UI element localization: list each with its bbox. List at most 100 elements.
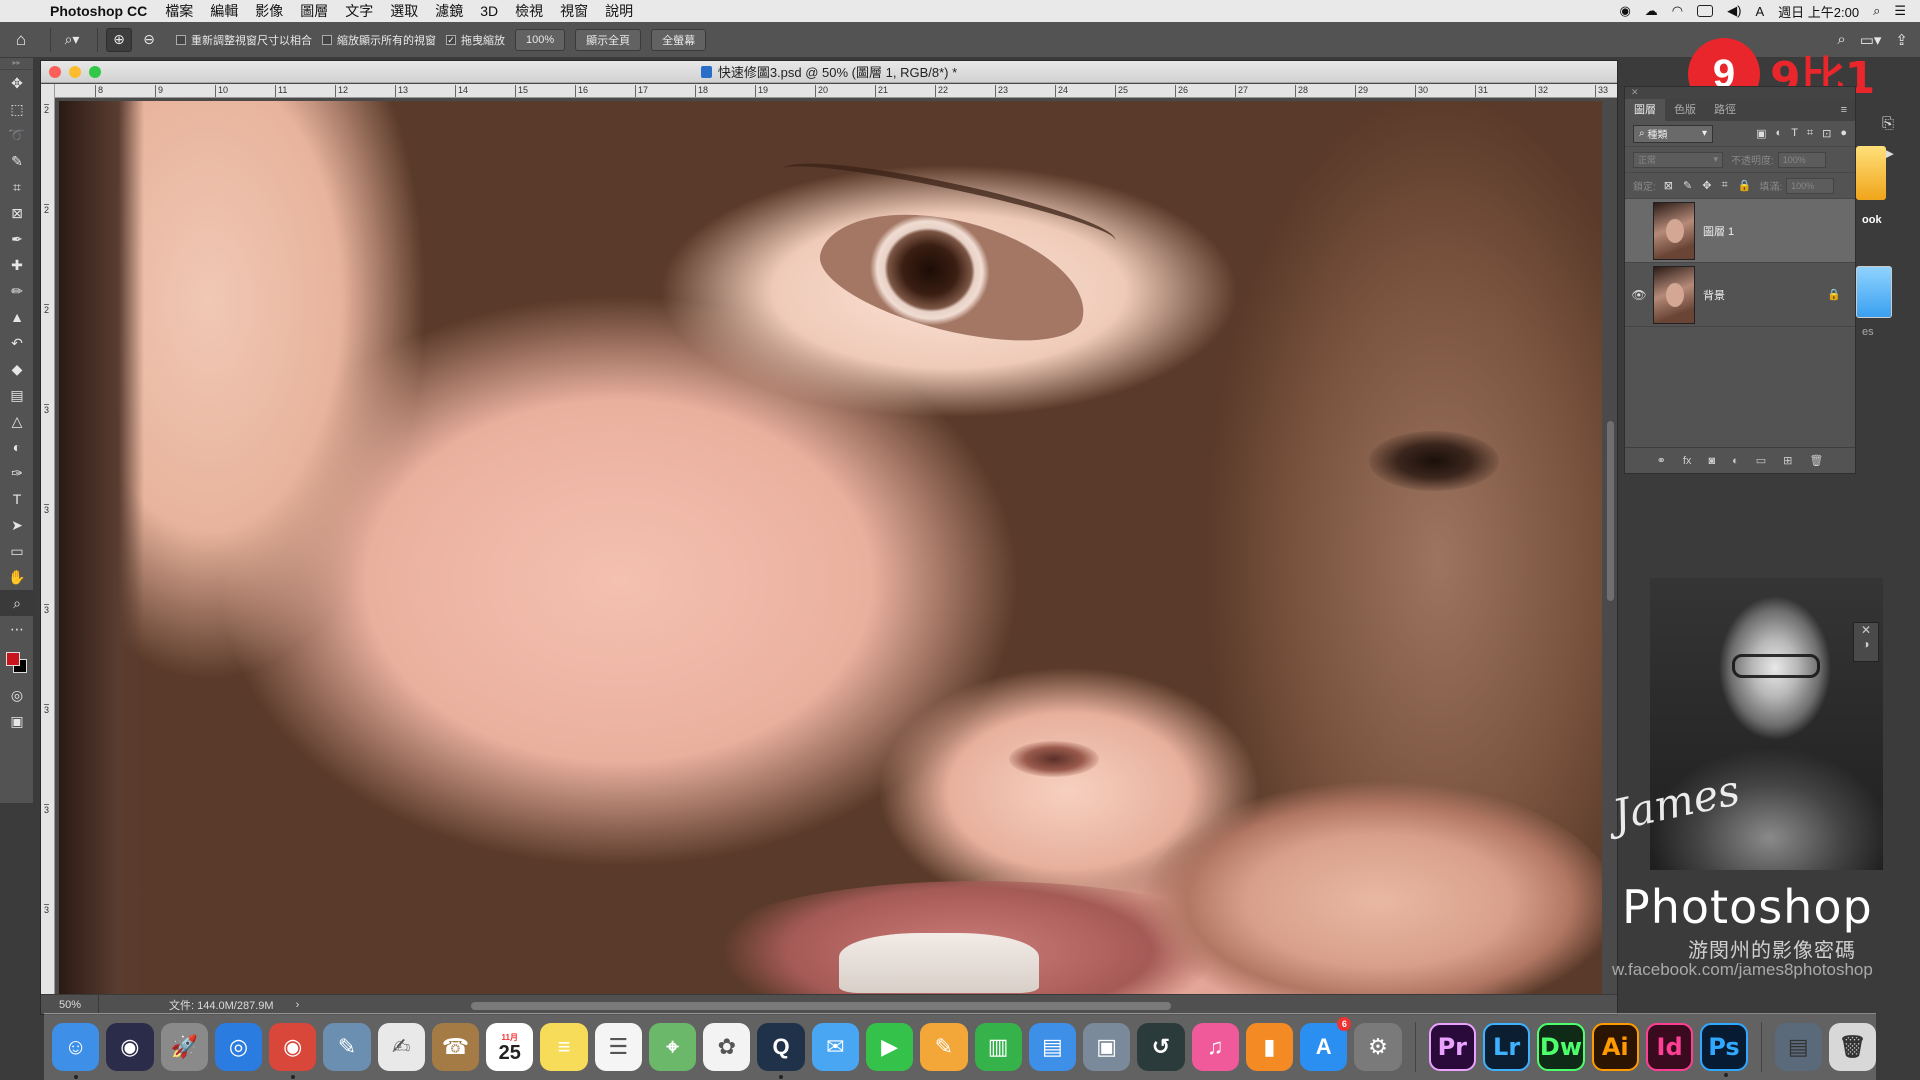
dock-premiere-icon[interactable]: Pr (1428, 1023, 1476, 1071)
dock-app-store-icon[interactable]: A6 (1300, 1017, 1352, 1071)
filter-pixel-icon[interactable]: ▣ (1756, 127, 1766, 140)
menu-3d[interactable]: 3D (480, 3, 498, 19)
dock-numbers-icon[interactable]: ▥ (974, 1023, 1022, 1071)
zoom-level-field[interactable]: 50% (41, 994, 99, 1015)
layer-row[interactable]: 👁 背景 🔒 (1625, 263, 1855, 327)
panel-menu-icon[interactable]: ≡ (1832, 99, 1855, 121)
vertical-scrollbar[interactable] (1607, 421, 1614, 601)
scrubby-zoom-checkbox[interactable]: ✓ 拖曳縮放 (446, 32, 505, 48)
minimize-window-button[interactable] (69, 65, 81, 78)
dock-launchpad-icon[interactable]: 🚀 (160, 1023, 208, 1071)
menu-type[interactable]: 文字 (345, 1, 373, 21)
menu-window[interactable]: 視窗 (560, 1, 588, 21)
zoom-tool-icon[interactable]: ⌕ (0, 590, 34, 616)
eraser-tool-icon[interactable]: ◆ (0, 356, 34, 382)
quick-selection-tool-icon[interactable]: ✎ (0, 148, 34, 174)
dock-reminders-icon[interactable]: ☰ (594, 1023, 642, 1071)
color-swatches[interactable] (0, 642, 33, 682)
dock-messages-icon[interactable]: ✉ (811, 1023, 859, 1071)
resize-windows-checkbox[interactable]: 重新調整視窗尺寸以相合 (176, 32, 312, 48)
image-canvas[interactable] (59, 101, 1602, 997)
filter-adjustment-icon[interactable]: ◐ (1776, 127, 1783, 140)
lock-image-icon[interactable]: ✎ (1683, 179, 1692, 192)
filter-type-icon[interactable]: T (1791, 127, 1798, 140)
dock-ibooks-icon[interactable]: ▮ (1245, 1023, 1294, 1071)
menu-view[interactable]: 檢視 (515, 1, 543, 21)
dock-calendar-icon[interactable]: 11月 25 (486, 1023, 534, 1071)
dodge-tool-icon[interactable]: ◐ (0, 434, 34, 460)
dock-itunes-icon[interactable]: ♫ (1191, 1023, 1239, 1071)
new-layer-icon[interactable]: ⊞ (1783, 454, 1792, 467)
new-adjustment-layer-icon[interactable]: ◐ (1732, 455, 1739, 467)
horizontal-scrollbar[interactable] (471, 1002, 1171, 1010)
lock-artboard-icon[interactable]: ⌗ (1721, 179, 1727, 192)
dock-indesign-icon[interactable]: Id (1645, 1023, 1694, 1071)
menu-edit[interactable]: 編輯 (210, 1, 238, 21)
link-layers-icon[interactable]: ⚭ (1657, 454, 1666, 467)
panel-grip[interactable]: ▸▸ (0, 58, 33, 70)
layer-name[interactable]: 圖層 1 (1703, 223, 1734, 239)
edit-toolbar-icon[interactable]: ⋯ (0, 616, 34, 642)
zoom-100-button[interactable]: 100% (515, 28, 566, 51)
lock-transparent-icon[interactable]: ⊠ (1664, 179, 1673, 192)
history-brush-tool-icon[interactable]: ↶ (0, 330, 34, 356)
kind-filter-select[interactable]: ⌕ 種類 ▾ (1633, 124, 1713, 143)
status-menu-icon[interactable]: › (296, 999, 300, 1011)
tab-layers[interactable]: 圖層 (1625, 99, 1665, 121)
creative-cloud-icon[interactable]: ☁ (1645, 3, 1658, 19)
dock-siri-icon[interactable]: ◉ (106, 1023, 154, 1071)
gradient-tool-icon[interactable]: ▤ (0, 382, 34, 408)
type-tool-icon[interactable]: T (0, 486, 34, 512)
foreground-color-swatch[interactable] (6, 652, 20, 666)
menu-file[interactable]: 檔案 (165, 1, 193, 21)
dock-photoshop-icon[interactable]: Ps (1700, 1023, 1748, 1077)
dock-illustrator-icon[interactable]: Ai (1591, 1023, 1639, 1071)
vertical-ruler[interactable]: 2 2 2 3 3 3 3 3 3 (41, 84, 55, 994)
zoom-out-icon[interactable]: ⊖ (136, 28, 162, 52)
dock-downloads-stack-icon[interactable]: ▤ (1774, 1023, 1822, 1071)
dock-photos-icon[interactable]: ✿ (703, 1023, 751, 1071)
tab-paths[interactable]: 路徑 (1705, 99, 1745, 121)
filter-toggle-icon[interactable]: ● (1840, 127, 1847, 140)
screen-mode-icon[interactable]: ▣ (0, 708, 34, 734)
menu-select[interactable]: 選取 (390, 1, 418, 21)
menu-layer[interactable]: 圖層 (300, 1, 328, 21)
lasso-tool-icon[interactable]: ➰ (0, 122, 34, 148)
dock-lightroom-icon[interactable]: Lr (1482, 1023, 1531, 1071)
dock-quicktime-icon[interactable]: Q (757, 1023, 805, 1079)
dock-system-preferences-icon[interactable]: ⚙ (1354, 1023, 1402, 1071)
opacity-field[interactable]: 100% (1777, 151, 1826, 168)
add-mask-icon[interactable]: ◙ (1708, 455, 1715, 467)
hand-tool-icon[interactable]: ✋ (0, 564, 34, 590)
lock-position-icon[interactable]: ✥ (1702, 179, 1711, 192)
frame-tool-icon[interactable]: ⊠ (0, 200, 34, 226)
dock-notes-icon[interactable]: ≡ (540, 1023, 588, 1071)
fill-field[interactable]: 100% (1786, 177, 1835, 194)
blur-tool-icon[interactable]: △ (0, 408, 34, 434)
dock-safari-icon[interactable]: ◎ (214, 1023, 263, 1071)
dock-finder-icon[interactable]: ☺ (52, 1023, 100, 1079)
share-icon[interactable]: ⇪ (1895, 31, 1908, 49)
spotlight-icon[interactable]: ⌕ (1873, 3, 1880, 19)
panel-close-icon[interactable]: ✕ (1625, 87, 1855, 99)
wifi-icon[interactable]: ◠ (1672, 3, 1683, 19)
pen-tool-icon[interactable]: ✑ (0, 460, 34, 486)
zoom-all-windows-checkbox[interactable]: 縮放顯示所有的視窗 (322, 32, 436, 48)
close-window-button[interactable] (49, 65, 61, 78)
zoom-in-icon[interactable]: ⊕ (106, 27, 132, 52)
fill-screen-button[interactable]: 全螢幕 (651, 28, 707, 51)
dock-chrome-icon[interactable]: ◉ (269, 1023, 317, 1079)
dock-time-machine-icon[interactable]: ↺ (1137, 1023, 1185, 1071)
dock-image-capture-icon[interactable]: ▣ (1083, 1023, 1131, 1071)
lock-all-icon[interactable]: 🔒 (1738, 179, 1752, 192)
notification-center-icon[interactable]: ☰ (1894, 3, 1906, 19)
crop-tool-icon[interactable]: ⌗ (0, 174, 34, 200)
filter-smart-object-icon[interactable]: ⊡ (1822, 127, 1831, 140)
dock-preview-icon[interactable]: ✎ (323, 1023, 371, 1071)
clock[interactable]: 週日 上午2:00 (1778, 2, 1859, 21)
layer-name[interactable]: 背景 (1703, 287, 1725, 303)
input-method-icon[interactable]: A (1755, 4, 1764, 19)
delete-layer-icon[interactable]: 🗑 (1809, 454, 1823, 467)
horizontal-ruler[interactable]: 8 9 10 11 12 13 14 15 16 17 18 19 20 21 22 23 24 25 26 27 28… (55, 84, 1617, 98)
history-panel-icon[interactable]: ⎘ (1856, 108, 1920, 138)
